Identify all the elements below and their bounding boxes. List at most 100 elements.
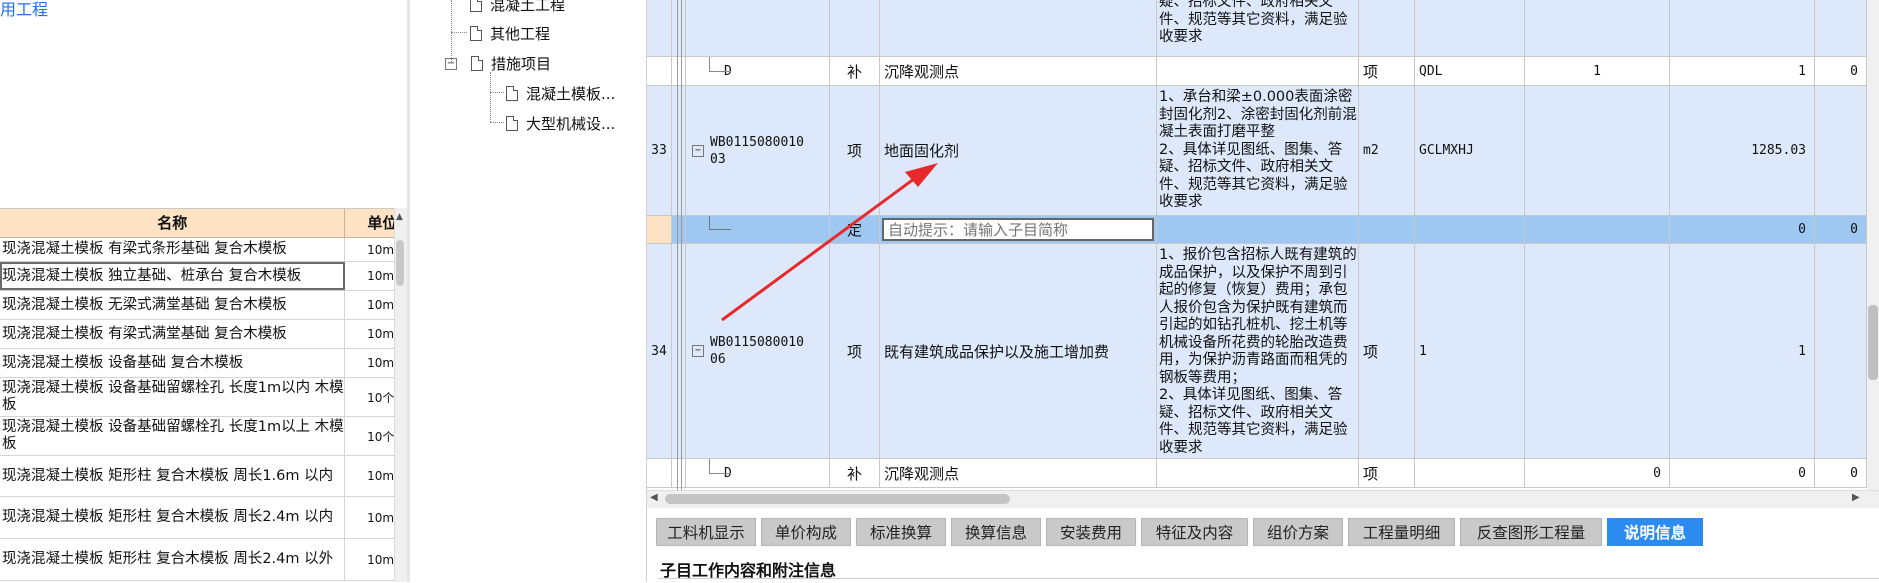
code-cell[interactable]: D [686, 459, 830, 487]
expr-cell[interactable]: GCLMXHJ [1415, 86, 1525, 215]
document-icon [506, 116, 518, 131]
tab-description[interactable]: 说明信息 [1607, 518, 1703, 546]
qty-a-cell[interactable]: 1 [1525, 57, 1670, 85]
table-row[interactable]: 现浇混凝土模板 有梁式条形基础 复合木模板 10m² [0, 238, 407, 262]
qty-a-cell[interactable] [1525, 86, 1670, 215]
table-row[interactable]: 现浇混凝土模板 矩形柱 复合木模板 周长2.4m 以内 10m² [0, 497, 407, 539]
expr-cell[interactable]: 1 [1415, 244, 1525, 458]
table-row-active[interactable]: 定 0 0 [647, 216, 1867, 244]
grid-horizontal-scroll-thumb[interactable] [665, 494, 1010, 504]
tab-pricing-scheme[interactable]: 组价方案 [1253, 518, 1343, 546]
features-cell[interactable]: 1、承台和梁±0.000表面涂密封固化剂2、涂密封固化剂前混凝土表面打磨平整 2… [1157, 86, 1359, 215]
info-panel-border [658, 578, 1879, 579]
scroll-up-icon[interactable]: ▲ [396, 212, 403, 222]
tab-standard-conversion[interactable]: 标准换算 [856, 518, 946, 546]
tab-unit-price[interactable]: 单价构成 [761, 518, 851, 546]
features-cell[interactable]: 疑、招标文件、政府相关文件、规范等其它资料，满足验收要求 [1157, 0, 1359, 57]
table-row[interactable]: 现浇混凝土模板 无梁式满堂基础 复合木模板 10m² [0, 291, 407, 320]
grid-vertical-scrollbar[interactable] [1867, 0, 1879, 490]
collapse-icon[interactable]: − [692, 144, 704, 157]
table-row[interactable]: 33 − WB011508001003 项 地面固化剂 1、承台和梁±0.000… [647, 86, 1867, 216]
table-row[interactable]: 现浇混凝土模板 有梁式满堂基础 复合木模板 10m² [0, 320, 407, 349]
type-cell[interactable]: 补 [830, 459, 880, 487]
type-cell[interactable]: 项 [830, 244, 880, 458]
table-row[interactable]: 现浇混凝土模板 设备基础留螺栓孔 长度1m以上 木模板 10个 [0, 417, 407, 456]
type-cell[interactable]: 补 [830, 57, 880, 85]
tab-graphic-quantity[interactable]: 反查图形工程量 [1460, 518, 1602, 546]
row-marker[interactable] [647, 216, 672, 243]
expr-cell[interactable] [1415, 459, 1525, 487]
tree-item-measures[interactable]: − 措施项目 [445, 53, 551, 74]
qty-b-cell[interactable]: 0 [1670, 216, 1815, 243]
sub-item-input[interactable] [882, 218, 1154, 241]
table-row-selected[interactable]: 现浇混凝土模板 独立基础、桩承台 复合木模板 10m² [0, 262, 407, 291]
scroll-right-icon[interactable]: ▶ [1852, 492, 1860, 503]
tab-labor-material[interactable]: 工料机显示 [656, 518, 756, 546]
tree-item-formwork[interactable]: 混凝土模板... [506, 83, 615, 104]
tab-quantity-detail[interactable]: 工程量明细 [1348, 518, 1455, 546]
unit-cell[interactable]: 项 [1359, 244, 1415, 458]
type-cell[interactable]: 定 [830, 216, 880, 243]
left-top-panel: 用工程 [0, 0, 407, 205]
seq-cell[interactable]: 33 [647, 86, 672, 215]
qty-a-cell[interactable] [1525, 244, 1670, 458]
table-row[interactable]: 现浇混凝土模板 设备基础 复合木模板 10m² [0, 349, 407, 378]
unit-cell[interactable]: 项 [1359, 459, 1415, 487]
grid-vertical-scroll-thumb[interactable] [1868, 305, 1878, 380]
value-cell[interactable]: 0 [1815, 459, 1867, 487]
type-cell[interactable]: 项 [830, 86, 880, 215]
unit-cell[interactable]: 项 [1359, 57, 1415, 85]
table-row[interactable]: 现浇混凝土模板 矩形柱 复合木模板 周长1.6m 以内 10m² [0, 456, 407, 497]
expr-cell[interactable]: QDL [1415, 57, 1525, 85]
value-cell[interactable] [1815, 244, 1867, 458]
tree-item-other[interactable]: 其他工程 [470, 23, 550, 44]
quota-table: 名称 单位 现浇混凝土模板 有梁式条形基础 复合木模板 10m² 现浇混凝土模板 … [0, 208, 407, 583]
name-cell[interactable]: 沉降观测点 [880, 57, 1157, 85]
value-cell[interactable]: 0 [1815, 216, 1867, 243]
code-cell[interactable]: D [686, 57, 830, 85]
table-row[interactable]: 34 − WB011508001006 项 既有建筑成品保护以及施工增加费 1、… [647, 244, 1867, 459]
unit-cell[interactable]: m2 [1359, 86, 1415, 215]
row-name: 现浇混凝土模板 有梁式条形基础 复合木模板 [0, 238, 346, 261]
qty-b-cell[interactable]: 1285.03 [1670, 86, 1815, 215]
code-cell[interactable]: − WB011508001003 [686, 86, 830, 215]
qty-b-cell[interactable]: 1 [1670, 57, 1815, 85]
code-text: WB011508001003 [710, 134, 804, 167]
collapse-icon[interactable]: − [445, 57, 457, 70]
row-name: 现浇混凝土模板 设备基础留螺栓孔 长度1m以上 木模板 [0, 417, 346, 455]
features-cell[interactable]: 1、报价包含招标人既有建筑的成品保护，以及保护不周到引起的修复（恢复）费用；承包… [1157, 244, 1359, 458]
table-row[interactable]: D 补 沉降观测点 项 0 0 0 [647, 459, 1867, 488]
value-cell[interactable]: 0 [1815, 57, 1867, 85]
row-name: 现浇混凝土模板 设备基础留螺栓孔 长度1m以内 木模板 [0, 378, 346, 416]
name-cell[interactable]: 既有建筑成品保护以及施工增加费 [880, 244, 1157, 458]
tree-item-label: 措施项目 [491, 55, 552, 73]
qty-b-cell[interactable]: 0 [1670, 459, 1815, 487]
scroll-left-icon[interactable]: ◀ [650, 492, 658, 503]
qty-b-cell[interactable]: 1 [1670, 244, 1815, 458]
seq-cell[interactable]: 34 [647, 244, 672, 458]
tree-item-concrete[interactable]: 混凝土工程 [470, 0, 565, 15]
value-cell[interactable] [1815, 86, 1867, 215]
header-name[interactable]: 名称 [0, 209, 346, 237]
collapse-icon[interactable]: − [692, 345, 704, 357]
code-cell[interactable]: − WB011508001006 [686, 244, 830, 458]
tab-conversion-info[interactable]: 换算信息 [951, 518, 1041, 546]
table-row[interactable]: 现浇混凝土模板 矩形柱 复合木模板 周长2.4m 以外 10m² [0, 539, 407, 581]
qty-a-cell[interactable]: 0 [1525, 459, 1670, 487]
row-name: 现浇混凝土模板 矩形柱 复合木模板 周长1.6m 以内 [0, 456, 346, 496]
name-cell[interactable] [880, 216, 1157, 243]
tree-item-label: 其他工程 [490, 25, 551, 43]
name-cell[interactable]: 沉降观测点 [880, 459, 1157, 487]
table-row[interactable]: D 补 沉降观测点 项 QDL 1 1 0 [647, 57, 1867, 86]
left-table-scroll-thumb[interactable] [396, 240, 404, 286]
row-name: 现浇混凝土模板 设备基础 复合木模板 [0, 349, 346, 377]
table-row[interactable]: 现浇混凝土模板 设备基础留螺栓孔 长度1m以内 木模板 10个 [0, 378, 407, 417]
tree-item-machinery[interactable]: 大型机械设... [506, 113, 615, 134]
tab-install-fee[interactable]: 安装费用 [1046, 518, 1136, 546]
project-link[interactable]: 用工程 [0, 0, 48, 20]
table-row[interactable]: 疑、招标文件、政府相关文件、规范等其它资料，满足验收要求 [647, 0, 1867, 57]
tab-features[interactable]: 特征及内容 [1141, 518, 1248, 546]
name-cell[interactable]: 地面固化剂 [880, 86, 1157, 215]
project-tree: 混凝土工程 其他工程 − 措施项目 混凝土模板... 大型机械设... [410, 0, 646, 582]
bill-grid: 疑、招标文件、政府相关文件、规范等其它资料，满足验收要求 D 补 沉降观测点 项… [647, 0, 1867, 490]
